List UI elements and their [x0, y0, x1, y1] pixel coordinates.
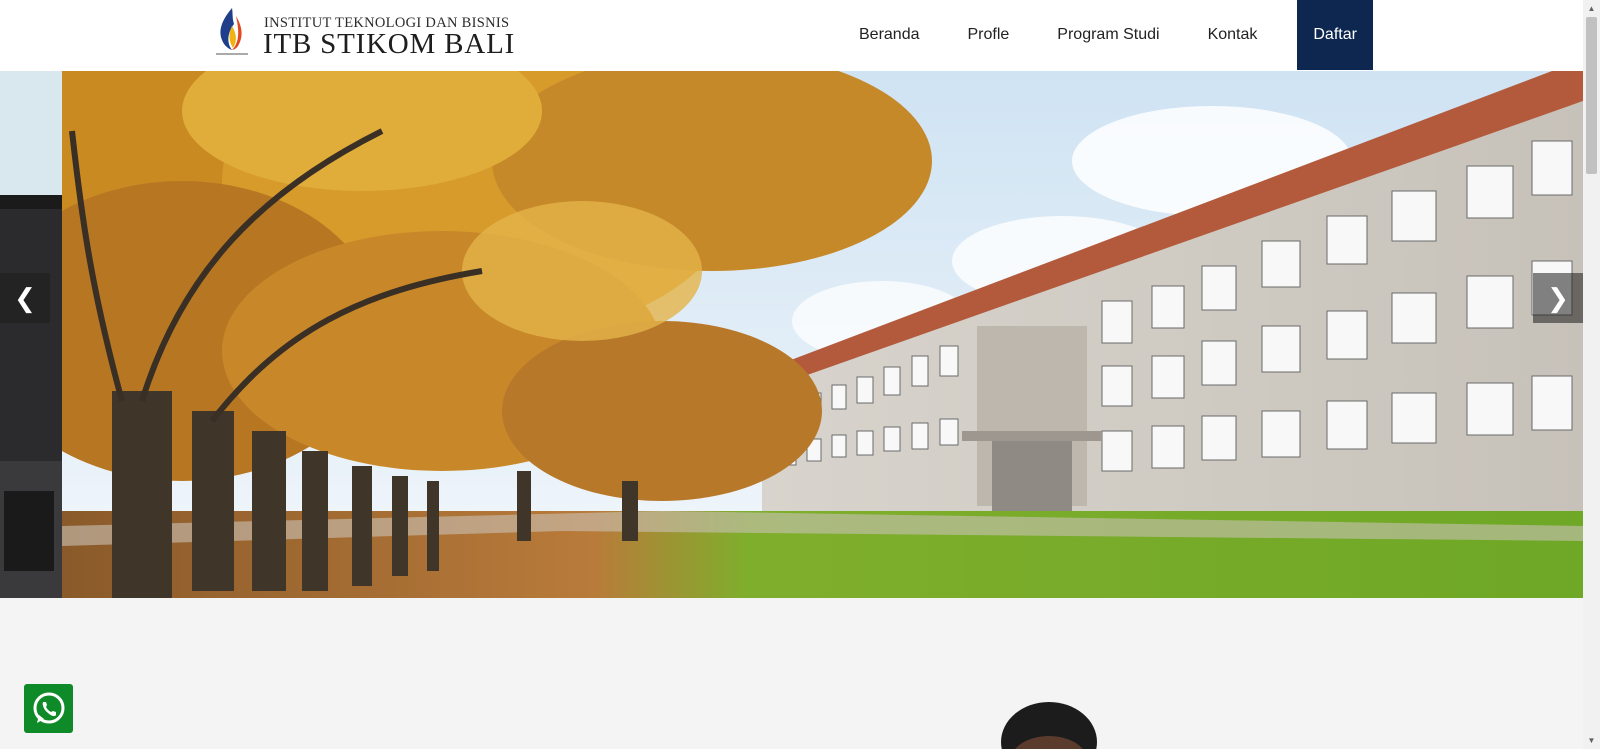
scroll-up-icon[interactable]: ▲ — [1583, 0, 1600, 17]
whatsapp-icon — [33, 692, 64, 723]
whatsapp-button[interactable] — [24, 684, 73, 733]
nav-kontak[interactable]: Kontak — [1184, 0, 1282, 70]
site-logo[interactable]: INSTITUT TEKNOLOGI DAN BISNIS ITB STIKOM… — [212, 6, 514, 60]
person-photo — [999, 702, 1099, 749]
main-nav: Beranda Profle Program Studi Kontak Daft… — [843, 0, 1373, 70]
campus-slide-image — [62, 71, 1583, 598]
nav-program-studi[interactable]: Program Studi — [1033, 0, 1183, 70]
nav-beranda[interactable]: Beranda — [843, 0, 944, 70]
site-header: INSTITUT TEKNOLOGI DAN BISNIS ITB STIKOM… — [0, 0, 1583, 71]
hero-slider: ❮ ❯ — [0, 71, 1583, 598]
previous-slide-peek — [0, 71, 62, 598]
vertical-scrollbar[interactable]: ▲ ▼ — [1583, 0, 1600, 749]
nav-profle[interactable]: Profle — [944, 0, 1034, 70]
slider-next-button[interactable]: ❯ — [1533, 273, 1583, 323]
daftar-button[interactable]: Daftar — [1297, 0, 1373, 70]
content-section — [0, 598, 1583, 749]
brand-name: ITB STIKOM BALI — [263, 28, 516, 60]
scrollbar-thumb[interactable] — [1586, 17, 1597, 174]
flame-logo-icon — [212, 6, 252, 60]
slider-prev-button[interactable]: ❮ — [0, 273, 50, 323]
scroll-down-icon[interactable]: ▼ — [1583, 732, 1600, 749]
